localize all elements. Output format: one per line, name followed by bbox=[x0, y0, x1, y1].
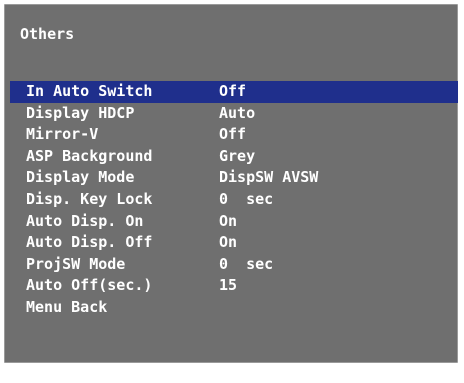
menu-item-label: In Auto Switch bbox=[26, 82, 153, 100]
osd-menu-panel: Others In Auto Switch Off Display HDCP A… bbox=[4, 4, 458, 363]
menu-item-value: On bbox=[219, 211, 238, 230]
menu-item-mirror-v[interactable]: Mirror-V Off bbox=[10, 124, 458, 146]
menu-item-in-auto-switch[interactable]: In Auto Switch Off bbox=[10, 81, 458, 103]
menu-item-display-mode[interactable]: Display Mode DispSW AVSW bbox=[10, 167, 458, 189]
menu-item-label: Menu Back bbox=[26, 297, 108, 316]
menu-item-menu-back[interactable]: Menu Back bbox=[10, 297, 458, 319]
menu-item-value: On bbox=[219, 233, 238, 252]
menu-item-value: 0 sec bbox=[219, 189, 274, 208]
osd-screen: Others In Auto Switch Off Display HDCP A… bbox=[0, 0, 464, 367]
menu-item-value: Auto bbox=[219, 103, 256, 122]
menu-item-value: Off bbox=[219, 125, 247, 144]
menu-list: In Auto Switch Off Display HDCP Auto Mir… bbox=[10, 81, 458, 319]
menu-item-label: Display HDCP bbox=[26, 103, 135, 122]
menu-item-label: Auto Disp. Off bbox=[26, 233, 153, 252]
menu-item-auto-disp-on[interactable]: Auto Disp. On On bbox=[10, 211, 458, 233]
menu-item-label: Mirror-V bbox=[26, 125, 99, 144]
menu-item-value: Grey bbox=[219, 146, 256, 165]
menu-item-label: Auto Off(sec.) bbox=[26, 276, 153, 295]
menu-title: Others bbox=[20, 25, 75, 43]
menu-item-display-hdcp[interactable]: Display HDCP Auto bbox=[10, 103, 458, 125]
menu-item-label: Display Mode bbox=[26, 168, 135, 187]
menu-item-projsw-mode[interactable]: ProjSW Mode 0 sec bbox=[10, 254, 458, 276]
menu-item-label: Disp. Key Lock bbox=[26, 189, 153, 208]
menu-item-value: 15 bbox=[219, 276, 238, 295]
menu-item-auto-off[interactable]: Auto Off(sec.) 15 bbox=[10, 275, 458, 297]
menu-item-label: Auto Disp. On bbox=[26, 211, 144, 230]
menu-item-asp-background[interactable]: ASP Background Grey bbox=[10, 146, 458, 168]
menu-item-label: ProjSW Mode bbox=[26, 254, 126, 273]
menu-item-value: Off bbox=[219, 82, 247, 100]
menu-item-disp-key-lock[interactable]: Disp. Key Lock 0 sec bbox=[10, 189, 458, 211]
menu-item-label: ASP Background bbox=[26, 146, 153, 165]
menu-item-auto-disp-off[interactable]: Auto Disp. Off On bbox=[10, 232, 458, 254]
menu-item-value: DispSW AVSW bbox=[219, 168, 319, 187]
menu-item-value: 0 sec bbox=[219, 254, 274, 273]
